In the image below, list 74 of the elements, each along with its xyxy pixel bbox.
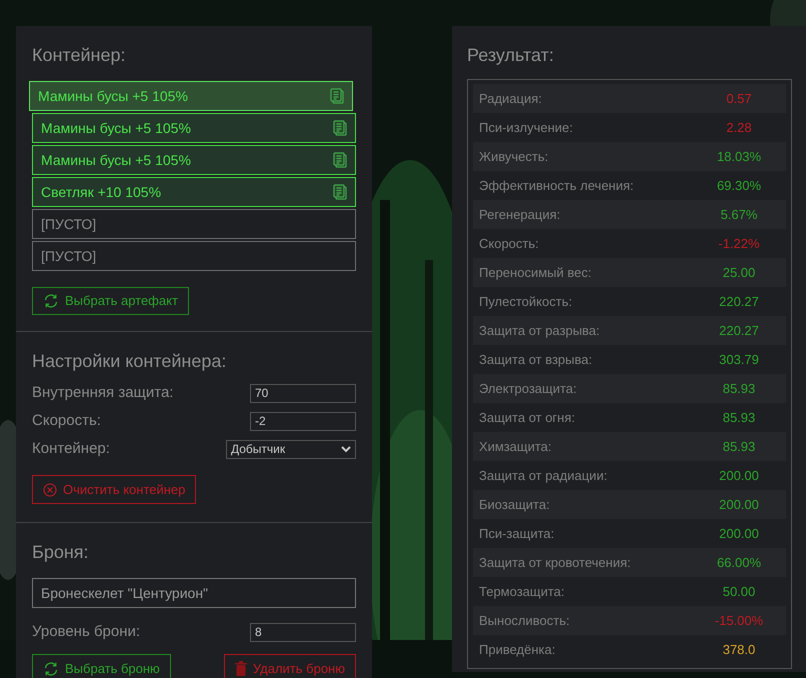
stat-label: Живучесть: xyxy=(478,148,550,166)
section-title: Настройки контейнера: xyxy=(32,350,228,373)
armor-name-field[interactable]: Бронескелет "Центурион" xyxy=(32,578,356,608)
stat-value: 378.0 xyxy=(722,640,756,659)
stat-value: 5.67% xyxy=(720,206,758,224)
stat-label: Радиация: xyxy=(478,90,543,108)
number-field[interactable]: -2 xyxy=(250,412,356,430)
artifact-slot[interactable]: Мамины бусы +5 105% xyxy=(29,81,353,111)
stat-value: 66.00% xyxy=(716,554,762,572)
stat-value: 69.30% xyxy=(716,176,762,195)
stat-value: 220.27 xyxy=(718,322,760,340)
refresh-icon xyxy=(43,660,59,676)
document-icon xyxy=(333,120,347,136)
artifact-slot[interactable]: Светляк +10 105% xyxy=(32,177,356,207)
artifact-name: Мамины бусы +5 105% xyxy=(41,150,191,170)
section-title: Контейнер: xyxy=(32,44,127,67)
field-label: Уровень брони: xyxy=(32,622,140,642)
section-title: Броня: xyxy=(32,541,90,564)
artifact-name: Светляк +10 105% xyxy=(41,182,162,202)
field-label: Внутренняя защита: xyxy=(32,382,174,403)
field-label: Контейнер: xyxy=(32,438,110,459)
stat-label: Переносимый вес: xyxy=(478,264,592,282)
container-dropdown[interactable]: Добытчик xyxy=(226,440,356,458)
stat-value: 85.93 xyxy=(722,380,756,398)
stat-label: Пси-излучение: xyxy=(478,118,574,137)
stat-value: 303.79 xyxy=(718,350,760,369)
stat-value: 85.93 xyxy=(722,438,756,456)
choose-artifact-button[interactable]: Выбрать артефакт xyxy=(32,287,189,315)
stat-value: 25.00 xyxy=(722,264,756,282)
field-label: Скорость: xyxy=(32,410,101,431)
stat-label: Защита от радиации: xyxy=(478,466,608,485)
stat-value: 220.27 xyxy=(718,292,760,311)
stat-label: Выносливость: xyxy=(478,612,571,630)
stat-value: 200.00 xyxy=(718,466,760,485)
stat-label: Защита от разрыва: xyxy=(478,322,601,340)
stat-label: Термозащита: xyxy=(478,582,566,601)
stat-value: 50.00 xyxy=(722,582,756,601)
artifact-slot[interactable]: Мамины бусы +5 105% xyxy=(32,145,356,175)
choose-armor-button[interactable]: Выбрать броню xyxy=(32,654,171,678)
stat-label: Эффективность лечения: xyxy=(478,176,635,195)
stat-value: 200.00 xyxy=(718,496,760,514)
document-icon xyxy=(333,152,347,168)
artifact-name: Мамины бусы +5 105% xyxy=(38,86,188,106)
refresh-icon xyxy=(43,293,59,309)
stat-label: Регенерация: xyxy=(478,206,562,224)
stat-label: Скорость: xyxy=(478,234,540,253)
stat-value: 85.93 xyxy=(722,408,756,427)
stat-value: 18.03% xyxy=(716,148,762,166)
close-circle-icon xyxy=(43,482,57,496)
stat-value: 200.00 xyxy=(718,524,760,543)
number-field[interactable]: 70 xyxy=(250,384,356,402)
stat-value: -1.22% xyxy=(717,234,761,253)
number-field[interactable]: 8 xyxy=(250,622,356,642)
stat-label: Пулестойкость: xyxy=(478,292,574,311)
artifact-name: Мамины бусы +5 105% xyxy=(41,118,191,138)
trash-icon xyxy=(234,661,247,676)
artifact-slot[interactable]: Мамины бусы +5 105% xyxy=(32,113,356,143)
document-icon xyxy=(330,88,344,104)
stat-label: Биозащита: xyxy=(478,496,551,514)
stat-label: Пси-защита: xyxy=(478,524,556,543)
stat-label: Защита от кровотечения: xyxy=(478,554,632,572)
stat-label: Электрозащита: xyxy=(478,380,578,398)
stat-value: 2.28 xyxy=(725,118,753,137)
stat-label: Защита от огня: xyxy=(478,408,576,427)
stat-label: Защита от взрыва: xyxy=(478,350,594,369)
section-title: Результат: xyxy=(467,44,555,67)
chevron-down-icon xyxy=(341,446,351,452)
empty-slot[interactable]: [ПУСТО] xyxy=(32,241,356,271)
stat-value: -15.00% xyxy=(714,612,764,630)
empty-slot[interactable]: [ПУСТО] xyxy=(32,209,356,239)
stat-label: Приведёнка: xyxy=(478,640,556,659)
document-icon xyxy=(333,184,347,200)
stat-label: Химзащита: xyxy=(478,438,553,456)
stat-value: 0.57 xyxy=(725,90,753,108)
